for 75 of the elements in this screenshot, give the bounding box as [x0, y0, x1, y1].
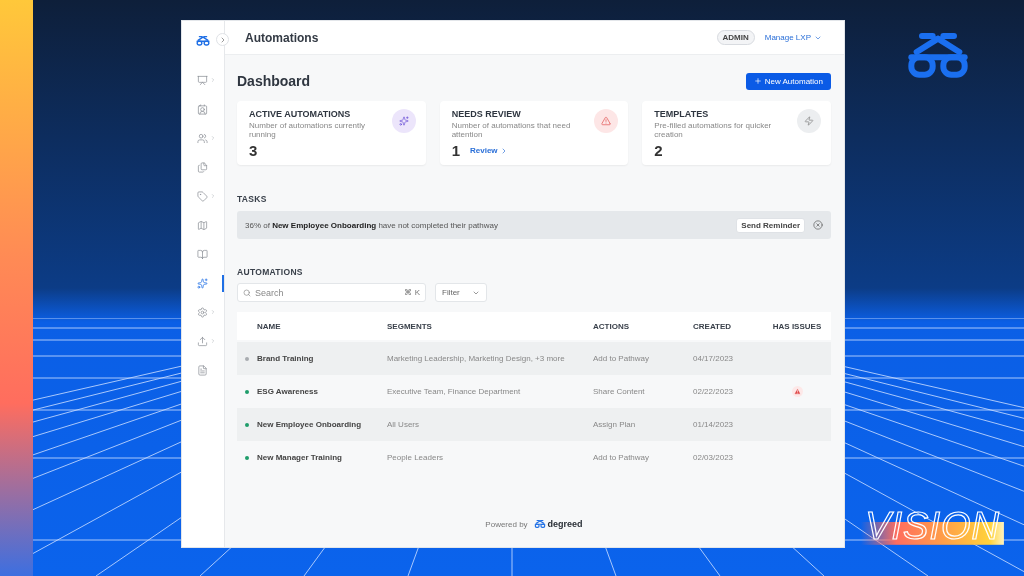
column-header: HAS ISSUES	[771, 321, 823, 331]
table-cell-text: All Users	[387, 420, 420, 430]
nav-icon	[196, 278, 208, 289]
search-field[interactable]: Search	[255, 287, 401, 298]
close-button[interactable]	[813, 220, 823, 231]
page-title: Automations	[245, 30, 320, 45]
table-row[interactable]: New Manager Training People Leaders Add to Pathway 02/03/2023	[237, 441, 831, 475]
table-cell-text: Add to Pathway	[593, 354, 651, 364]
table-cell-text: New Employee Onboarding	[257, 420, 362, 430]
table-row[interactable]: ESG Awareness Executive Team, Finance Department Share Content 02/22/2023	[237, 375, 831, 409]
glasses-logo-icon	[906, 32, 970, 80]
card-subtitle: Pre-filled automations for quicker creation	[654, 121, 773, 140]
dashboard-heading: Dashboard	[237, 73, 311, 89]
card-title: TEMPLATES	[654, 109, 710, 119]
task-message: 36% of New Employee Onboarding have not completed their pathway	[245, 220, 499, 230]
brand-name: degreed	[547, 519, 583, 529]
table-cell-text: Add to Pathway	[593, 453, 651, 463]
new-automation-button[interactable]: New Automation	[745, 72, 831, 90]
nav-icon	[196, 307, 208, 318]
table-cell-text: 04/17/2023	[693, 354, 735, 364]
table-cell-text: 02/03/2023	[693, 453, 735, 463]
nav-icon	[196, 133, 208, 144]
search-icon	[243, 288, 251, 297]
powered-by-text: Powered by	[485, 519, 528, 529]
card-title: ACTIVE AUTOMATIONS	[249, 109, 352, 119]
table-cell-text: People Leaders	[387, 453, 445, 463]
send-reminder-button[interactable]: Send Reminder	[736, 217, 805, 233]
chevron-right-icon	[210, 338, 216, 344]
nav-icon	[196, 365, 208, 376]
section-heading: AUTOMATIONS	[237, 267, 304, 278]
nav-icon	[196, 336, 208, 347]
nav-icon	[196, 75, 208, 86]
filter-dropdown[interactable]: Filter	[435, 283, 487, 303]
card-subtitle: Number of automations currently running	[249, 121, 367, 140]
card-subtitle: Number of automations that need attention	[451, 121, 572, 140]
sparkle-icon	[391, 109, 416, 133]
account-menu[interactable]: Manage LXP	[764, 33, 822, 42]
table-cell-text: 01/14/2023	[693, 420, 735, 430]
warning-icon	[594, 109, 619, 133]
shortcut-hint: ⌘ K	[404, 288, 420, 298]
role-badge: ADMIN	[716, 30, 755, 45]
nav-icon	[196, 104, 208, 115]
nav-icon	[196, 162, 208, 173]
glasses-logo-icon	[533, 520, 546, 528]
column-header: ACTIONS	[593, 321, 630, 331]
column-header: SEGMENTS	[387, 321, 433, 331]
table-cell-text: ESG Awareness	[257, 387, 319, 397]
lightning-icon	[797, 109, 821, 133]
search-bar[interactable]: Search ⌘ K	[237, 283, 426, 303]
column-header: NAME	[257, 321, 282, 331]
table-cell-text: Assign Plan	[593, 420, 637, 430]
card-title: NEEDS REVIEW	[451, 109, 522, 119]
review-link[interactable]: Review	[470, 146, 508, 156]
plus-icon	[753, 77, 762, 85]
nav-icon	[196, 249, 208, 260]
table-cell-text: Share Content	[593, 387, 646, 397]
chevron-right-icon	[210, 193, 216, 199]
glasses-logo-icon	[196, 36, 210, 46]
chevron-right-icon	[210, 135, 216, 141]
chevron-right-icon	[210, 77, 216, 83]
card-value: 2	[654, 142, 663, 160]
table-cell-text: Marketing Leadership, Marketing Design, +3 more	[387, 354, 566, 364]
table-row[interactable]: New Employee Onboarding All Users Assign Plan 01/14/2023	[237, 408, 831, 442]
chevron-right-icon	[210, 309, 216, 315]
table-row[interactable]: Brand Training Marketing Leadership, Marketing Design, +3 more Add to Pathway 04/17/2023	[237, 342, 831, 376]
table-cell-text: 02/22/2023	[693, 387, 735, 397]
nav-icon	[196, 220, 208, 231]
table-cell-text: New Manager Training	[257, 453, 343, 463]
table-cell-text: Brand Training	[257, 354, 315, 364]
nav-icon	[196, 191, 208, 202]
column-header: CREATED	[693, 321, 733, 331]
card-value: 1	[451, 142, 460, 160]
table-cell-text: Executive Team, Finance Department	[387, 387, 522, 397]
section-heading: TASKS	[237, 194, 268, 205]
card-value: 3	[249, 142, 258, 160]
